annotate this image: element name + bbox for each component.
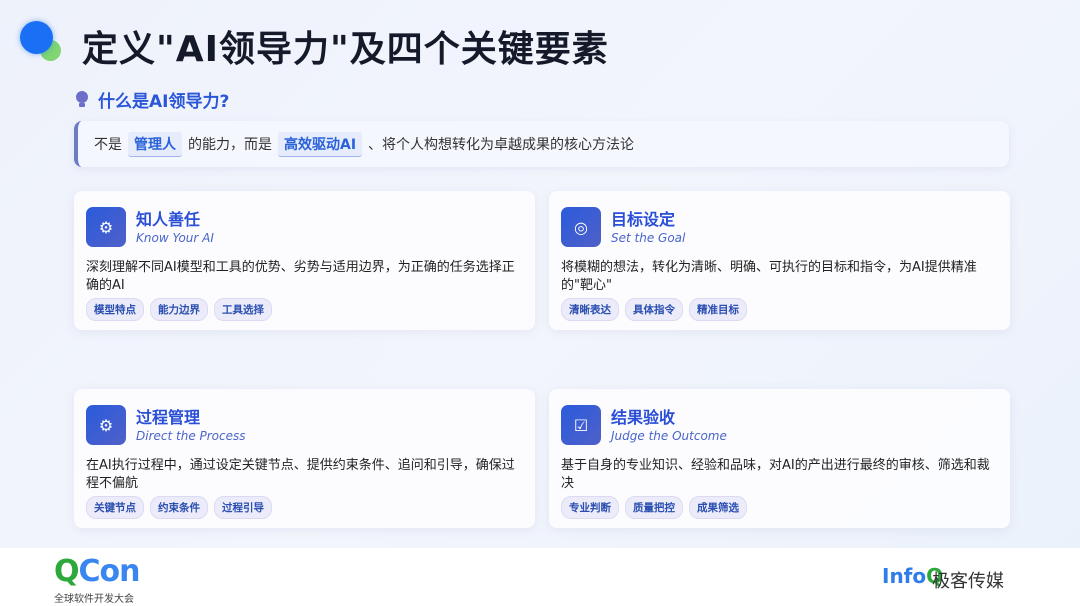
qcon-logo-q: Q — [54, 554, 79, 589]
infoq-logo-info: Info — [882, 564, 927, 588]
card-description: 在AI执行过程中，通过设定关键节点、提供约束条件、追问和引导，确保过程不偏航 — [86, 458, 515, 491]
target-icon: ◎ — [561, 207, 601, 247]
card-title: 目标设定 — [611, 210, 676, 229]
card-subtitle: Judge the Outcome — [611, 429, 727, 443]
infoq-chinese-name: 极客传媒 — [932, 571, 1004, 592]
tag: 成果筛选 — [689, 496, 747, 519]
quote-text: 的能力，而是 — [188, 137, 272, 153]
lightbulb-icon — [76, 90, 88, 109]
qcon-subtitle: 全球软件开发大会 — [54, 594, 134, 605]
gear-icon: ⚙ — [86, 405, 126, 445]
qcon-logo-con: Con — [78, 554, 141, 589]
qcon-logo: QCon — [54, 554, 140, 589]
footer: QCon 全球软件开发大会 Info Q 极客传媒 — [0, 548, 1080, 606]
card-subtitle: Direct the Process — [136, 429, 246, 443]
card-judge-the-outcome: ☑ 结果验收 Judge the Outcome 基于自身的专业知识、经验和品味… — [549, 389, 1010, 528]
card-description: 将模糊的想法，转化为清晰、明确、可执行的目标和指令，为AI提供精准的"靶心" — [561, 260, 977, 293]
tag: 精准目标 — [689, 298, 747, 321]
head-gear-icon: ⚙ — [86, 207, 126, 247]
checklist-icon: ☑ — [561, 405, 601, 445]
card-description: 基于自身的专业知识、经验和品味，对AI的产出进行最终的审核、筛选和裁决 — [561, 458, 990, 491]
card-title: 结果验收 — [611, 408, 676, 427]
quote-text: 、将个人构想转化为卓越成果的核心方法论 — [368, 137, 635, 153]
tag: 清晰表达 — [561, 298, 619, 321]
card-set-the-goal: ◎ 目标设定 Set the Goal 将模糊的想法，转化为清晰、明确、可执行的… — [549, 191, 1010, 330]
card-title: 过程管理 — [136, 408, 201, 427]
tag: 能力边界 — [150, 298, 208, 321]
tag: 具体指令 — [625, 298, 683, 321]
definition-heading-text: 什么是AI领导力? — [98, 92, 230, 112]
card-know-your-ai: ⚙ 知人善任 Know Your AI 深刻理解不同AI模型和工具的优势、劣势与… — [74, 191, 535, 330]
logo-dots — [20, 21, 64, 65]
tag: 工具选择 — [214, 298, 272, 321]
card-description: 深刻理解不同AI模型和工具的优势、劣势与适用边界，为正确的任务选择正确的AI — [86, 260, 515, 293]
quote-text: 不是 — [94, 137, 122, 153]
tag: 质量把控 — [625, 496, 683, 519]
tag: 专业判断 — [561, 496, 619, 519]
definition-heading: 什么是AI领导力? — [76, 87, 229, 112]
quote-highlight: 管理人 — [128, 131, 182, 157]
card-direct-the-process: ⚙ 过程管理 Direct the Process 在AI执行过程中，通过设定关… — [74, 389, 535, 528]
tag: 约束条件 — [150, 496, 208, 519]
card-subtitle: Know Your AI — [136, 231, 214, 245]
quote-highlight: 高效驱动AI — [278, 131, 363, 157]
card-subtitle: Set the Goal — [611, 231, 686, 245]
card-title: 知人善任 — [136, 210, 201, 229]
tag: 过程引导 — [214, 496, 272, 519]
blue-dot — [20, 21, 53, 54]
definition-quote: 不是 管理人 的能力，而是 高效驱动AI 、将个人构想转化为卓越成果的核心方法论 — [74, 121, 1009, 167]
tag: 模型特点 — [86, 298, 144, 321]
tag: 关键节点 — [86, 496, 144, 519]
page-title: 定义"AI领导力"及四个关键要素 — [82, 29, 609, 70]
